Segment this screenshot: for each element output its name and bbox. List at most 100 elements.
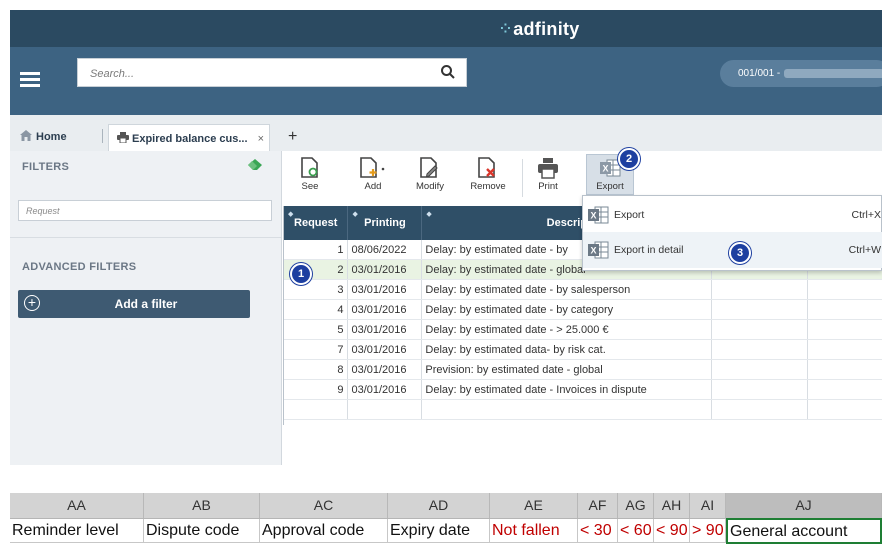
- step-badge-2: 2: [618, 148, 640, 170]
- cell-description: Delay: by estimated date - by category: [421, 299, 713, 320]
- menu-item-export-label: Export: [614, 209, 645, 221]
- global-search: [77, 58, 467, 87]
- cell-empty: [711, 299, 809, 320]
- brand-bar: ⁘ adfinity: [10, 10, 882, 47]
- table-row[interactable]: 3 03/01/2016 Delay: by estimated date - by…: [284, 279, 882, 300]
- sheet-cell-active[interactable]: General account: [726, 518, 882, 544]
- sheet-cell[interactable]: Not fallen: [490, 519, 578, 543]
- printer-icon: [117, 132, 129, 144]
- print-icon: [538, 158, 558, 179]
- sheet-cell[interactable]: Dispute code: [144, 519, 260, 543]
- cell-request: 9: [284, 379, 349, 400]
- sort-indicator-icon: ◆: [288, 211, 294, 218]
- tab-expired-balance[interactable]: Expired balance cus... ×: [108, 124, 270, 152]
- column-header-request[interactable]: ◆ Request: [284, 206, 349, 240]
- export-label: Export: [596, 181, 624, 192]
- tab-separator: [102, 129, 103, 143]
- cell-empty: [807, 279, 882, 300]
- cell-empty: [347, 399, 423, 420]
- cell-empty: [711, 319, 809, 340]
- see-button[interactable]: See: [296, 157, 324, 192]
- sheet-column-header-active[interactable]: AJ: [726, 493, 882, 518]
- sheet-column-header[interactable]: AH: [654, 493, 690, 518]
- add-document-icon: [360, 157, 385, 178]
- sort-indicator-icon: ◆: [426, 211, 432, 218]
- table-row[interactable]: 7 03/01/2016 Delay: by estimated data- by …: [284, 339, 882, 360]
- cell-empty: [807, 319, 882, 340]
- table-row[interactable]: 4 03/01/2016 Delay: by estimated date - by…: [284, 299, 882, 320]
- advanced-filters-title: ADVANCED FILTERS: [22, 261, 137, 273]
- cell-empty: [711, 399, 809, 420]
- add-filter-button[interactable]: + Add a filter: [18, 290, 250, 318]
- brand-dots-icon: ⁘: [500, 21, 512, 36]
- cell-printing: 03/01/2016: [347, 259, 423, 280]
- table-row[interactable]: 9 03/01/2016 Delay: by estimated date - In…: [284, 379, 882, 400]
- excel-icon: X: [588, 206, 609, 224]
- toolbar-separator: [522, 159, 523, 197]
- tab-close-icon[interactable]: ×: [258, 125, 264, 153]
- sheet-column-header[interactable]: AF: [578, 493, 618, 518]
- cell-printing: 03/01/2016: [347, 299, 423, 320]
- table-row[interactable]: 5 03/01/2016 Delay: by estimated date - > …: [284, 319, 882, 340]
- hamburger-menu-icon[interactable]: [20, 69, 40, 91]
- cell-request: 8: [284, 359, 349, 380]
- remove-document-icon: [478, 157, 495, 178]
- tab-home[interactable]: Home: [20, 123, 67, 151]
- search-bar: 001/001 -: [10, 47, 882, 115]
- add-tab-button[interactable]: +: [288, 123, 297, 151]
- cell-empty: [807, 339, 882, 360]
- request-filter-input[interactable]: [24, 201, 268, 221]
- cell-request: 7: [284, 339, 349, 360]
- sheet-column-header[interactable]: AD: [388, 493, 490, 518]
- cell-printing: 08/06/2022: [347, 240, 423, 260]
- cell-printing: 03/01/2016: [347, 319, 423, 340]
- request-filter: [18, 200, 272, 221]
- cell-empty: [807, 399, 882, 420]
- step-badge-1: 1: [290, 263, 312, 285]
- sheet-column-header[interactable]: AC: [260, 493, 388, 518]
- menu-item-export-in-detail-shortcut: Ctrl+W: [848, 244, 881, 256]
- sheet-cell[interactable]: Reminder level: [10, 519, 144, 543]
- sheet-cell[interactable]: Approval code: [260, 519, 388, 543]
- eraser-icon[interactable]: [248, 159, 262, 171]
- see-icon: [301, 157, 318, 178]
- remove-button[interactable]: Remove: [466, 157, 510, 192]
- modify-label: Modify: [416, 181, 444, 192]
- svg-text:X: X: [590, 246, 596, 256]
- search-icon[interactable]: [440, 64, 456, 80]
- cell-description: Delay: by estimated data- by risk cat.: [421, 339, 713, 360]
- company-selector[interactable]: 001/001 -: [720, 60, 882, 87]
- column-header-printing[interactable]: ◆ Printing: [347, 206, 423, 240]
- export-dropdown-menu: X Export Ctrl+X X Export in detail Ctrl+…: [582, 195, 882, 271]
- svg-text:X: X: [602, 164, 608, 174]
- modify-button[interactable]: Modify: [410, 157, 450, 192]
- sheet-column-header[interactable]: AB: [144, 493, 260, 518]
- home-icon: [20, 130, 32, 141]
- cell-printing: 03/01/2016: [347, 379, 423, 400]
- cell-printing: 03/01/2016: [347, 359, 423, 380]
- sheet-cell[interactable]: < 90: [654, 519, 690, 543]
- print-button[interactable]: Print: [534, 157, 562, 192]
- sheet-column-header[interactable]: AI: [690, 493, 726, 518]
- spreadsheet-strip: AA AB AC AD AE AF AG AH AI AJ Reminder l…: [10, 493, 882, 551]
- sheet-cell[interactable]: Expiry date: [388, 519, 490, 543]
- add-button[interactable]: Add: [356, 157, 390, 192]
- sheet-cell[interactable]: > 90: [690, 519, 726, 543]
- sheet-row: Reminder level Dispute code Approval cod…: [10, 518, 882, 551]
- sheet-cell[interactable]: < 30: [578, 519, 618, 543]
- cell-description: Delay: by estimated date - by salesperso…: [421, 279, 713, 300]
- menu-item-export[interactable]: X Export Ctrl+X: [583, 197, 882, 233]
- sheet-column-header[interactable]: AA: [10, 493, 144, 518]
- cell-empty: [807, 359, 882, 380]
- step-badge-3: 3: [729, 242, 751, 264]
- table-row-empty: [284, 399, 882, 420]
- brand-logo: ⁘ adfinity: [500, 19, 580, 40]
- cell-empty: [711, 359, 809, 380]
- tab-expired-balance-label: Expired balance cus...: [132, 133, 248, 145]
- table-row[interactable]: 8 03/01/2016 Prevision: by estimated date …: [284, 359, 882, 380]
- cell-description: Prevision: by estimated date - global: [421, 359, 713, 380]
- sheet-cell[interactable]: < 60: [618, 519, 654, 543]
- search-input[interactable]: [88, 60, 422, 87]
- sheet-column-header[interactable]: AE: [490, 493, 578, 518]
- sheet-column-header[interactable]: AG: [618, 493, 654, 518]
